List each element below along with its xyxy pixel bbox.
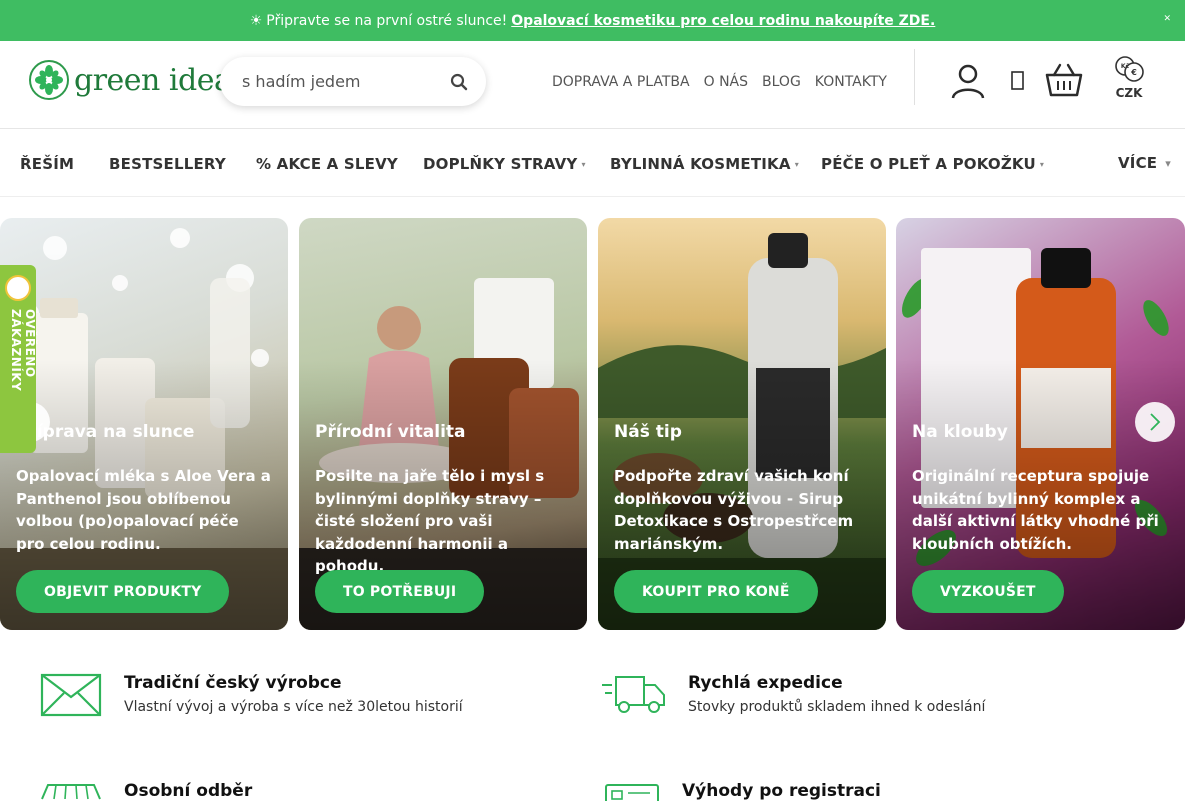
verified-customers-tab[interactable]: OVĚŘENO ZÁKAZNÍKY (0, 265, 37, 453)
card-desc: Podpořte zdraví vašich koní doplňkovou v… (614, 467, 854, 553)
envelope-icon (40, 673, 102, 717)
card-desc: Opalovací mléka s Aloe Vera a Panthenol … (16, 467, 271, 553)
header-links: DOPRAVA A PLATBA O NÁS BLOG KONTAKTY (552, 74, 887, 90)
nav-label: DOPLŇKY STRAVY (423, 155, 578, 173)
nav-item-vice[interactable]: VÍCE ▾ (1118, 154, 1171, 172)
feature-item: Osobní odběr (40, 781, 252, 801)
cta-button[interactable]: VYZKOUŠET (912, 570, 1064, 613)
nav-item-kosmetika[interactable]: BYLINNÁ KOSMETIKA ▾ (610, 155, 799, 173)
nav-label: PÉČE O PLEŤ A POKOŽKU (821, 155, 1036, 173)
logo-text: green idea (74, 62, 232, 98)
link-blog[interactable]: BLOG (762, 74, 801, 90)
nav-label: BYLINNÁ KOSMETIKA (610, 155, 791, 173)
heart-icon[interactable] (1010, 69, 1026, 93)
card-title: Na klouby (912, 422, 1008, 442)
coins-icon: Kč € (1115, 56, 1144, 82)
feature-title: Výhody po registraci (682, 781, 881, 801)
cta-button[interactable]: KOUPIT PRO KONĚ (614, 570, 818, 613)
user-icon[interactable] (950, 63, 986, 99)
promo-carousel: Příprava na slunce Opalovací mléka s Alo… (0, 218, 1185, 630)
chevron-down-icon: ▾ (794, 159, 799, 169)
nav-item-doplnky[interactable]: DOPLŇKY STRAVY ▾ (423, 155, 586, 173)
feature-item: Rychlá expedice Stovky produktů skladem … (602, 673, 985, 715)
nav-item-akce[interactable]: % AKCE A SLEVY (256, 155, 398, 173)
feature-desc: Stovky produktů skladem ihned k odeslání (688, 699, 986, 715)
card-icon (605, 784, 659, 801)
nav-item-bestsellery[interactable]: BESTSELLERY (109, 155, 226, 173)
search-box (220, 57, 486, 106)
truck-icon (602, 676, 665, 713)
card-desc: Posilte na jaře tělo i mysl s bylinnými … (315, 467, 545, 575)
card-title: Náš tip (614, 422, 682, 442)
search-input[interactable] (242, 72, 442, 91)
chevron-down-icon: ▾ (1165, 156, 1171, 170)
link-doprava[interactable]: DOPRAVA A PLATBA (552, 74, 690, 90)
cta-button[interactable]: OBJEVIT PRODUKTY (16, 570, 230, 613)
chevron-down-icon: ▾ (1039, 159, 1045, 169)
currency-switch[interactable]: Kč € CZK (1113, 55, 1145, 100)
promo-card[interactable]: Náš tip Podpořte zdraví vašich koní dopl… (598, 218, 886, 630)
feature-item: Tradiční český výrobce Vlastní vývoj a v… (40, 673, 463, 717)
cta-button[interactable]: TO POTŘEBUJI (315, 570, 485, 613)
svg-text:€: € (1130, 68, 1137, 77)
card-desc: Originální receptura spojuje unikátní by… (912, 467, 1159, 553)
chevron-right-icon (1150, 413, 1161, 431)
feature-title: Osobní odběr (124, 781, 253, 801)
sun-icon: ☀ (249, 12, 263, 29)
svg-text:Kč: Kč (1121, 63, 1130, 70)
divider (914, 49, 915, 105)
site-header: green idea DOPRAVA A PLATBA O NÁS BLOG K… (0, 41, 1185, 129)
feature-title: Rychlá expedice (688, 673, 843, 693)
promo-link[interactable]: Opalovací kosmetiku pro celou rodinu nak… (511, 13, 935, 29)
promo-card[interactable]: Přírodní vitalita Posilte na jaře tělo i… (299, 218, 587, 630)
next-arrow-button[interactable] (1135, 402, 1175, 442)
search-icon[interactable] (450, 73, 468, 91)
currency-label: CZK (1115, 86, 1143, 100)
nav-label: VÍCE (1118, 154, 1158, 172)
nav-label: ŘEŠÍM (20, 155, 75, 173)
link-kontakty[interactable]: KONTAKTY (815, 74, 887, 90)
link-o-nas[interactable]: O NÁS (704, 74, 748, 90)
chevron-down-icon: ▾ (581, 159, 586, 169)
verified-badge-icon (5, 275, 31, 301)
basket-icon[interactable] (1045, 63, 1083, 97)
logo[interactable]: green idea (28, 59, 232, 101)
verified-label: OVĚŘENO ZÁKAZNÍKY (9, 309, 37, 392)
promo-text: Připravte se na první ostré slunce! (266, 12, 508, 29)
feature-item: Výhody po registraci (604, 781, 881, 801)
feature-desc: Vlastní vývoj a výroba s více než 30leto… (124, 699, 463, 715)
nav-item-resim[interactable]: ŘEŠÍM (20, 155, 74, 173)
nav-label: BESTSELLERY (109, 155, 226, 173)
close-icon[interactable]: ✕ (1163, 14, 1171, 24)
card-title: Přírodní vitalita (315, 422, 466, 442)
leaf-logo-icon (29, 60, 69, 100)
main-nav: ŘEŠÍM BESTSELLERY % AKCE A SLEVY DOPLŇKY… (0, 129, 1185, 197)
promo-bar: ☀ Připravte se na první ostré slunce! Op… (0, 0, 1185, 41)
store-icon (41, 784, 101, 800)
nav-label: % AKCE A SLEVY (256, 155, 398, 173)
feature-title: Tradiční český výrobce (124, 673, 342, 693)
nav-item-pece[interactable]: PÉČE O PLEŤ A POKOŽKU ▾ (821, 155, 1044, 173)
